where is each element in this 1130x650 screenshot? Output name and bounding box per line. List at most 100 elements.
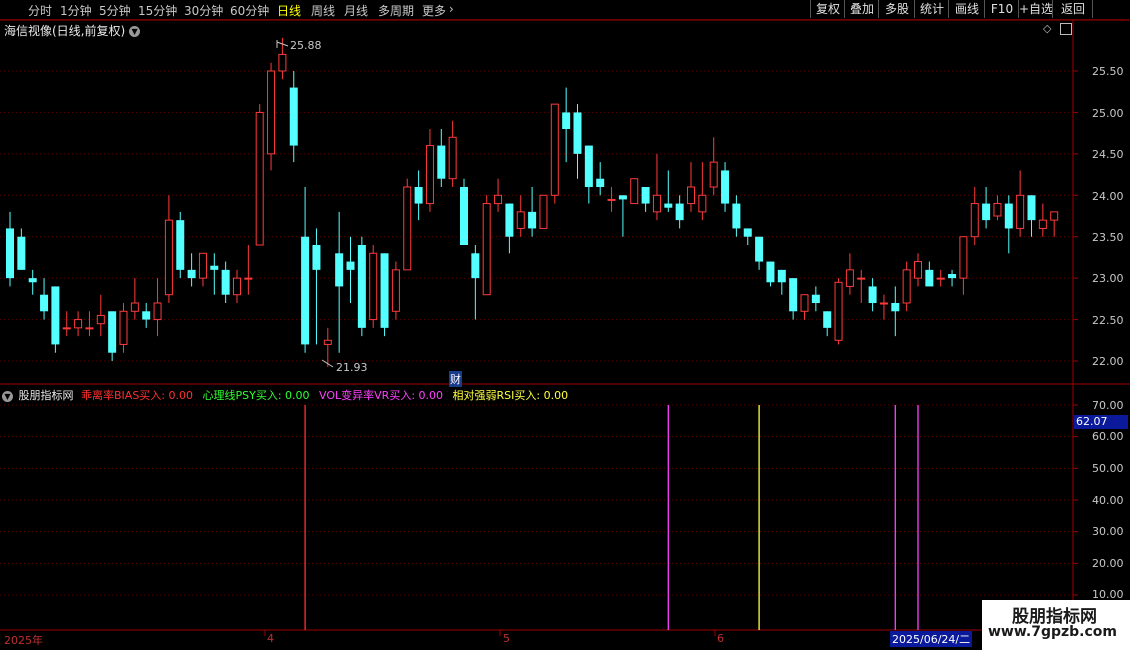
candle-body-down	[891, 303, 900, 312]
candle-body-down	[380, 253, 389, 328]
candle-body-up	[130, 302, 139, 312]
candle-body-down	[777, 269, 786, 283]
low-price-label: 21.93	[336, 361, 368, 374]
candle-body-down	[289, 87, 298, 146]
candle-body-down	[789, 278, 798, 312]
candle-body-down	[28, 278, 37, 283]
candle-body-up	[970, 203, 979, 238]
candle-body-down	[210, 265, 219, 270]
candle-body-down	[40, 294, 49, 312]
time-axis-ticks	[264, 630, 716, 636]
candle-body-down	[755, 236, 764, 262]
price-tick: 25.00	[1092, 107, 1124, 120]
candle-body-down	[505, 203, 514, 237]
candle-body-up	[709, 161, 718, 188]
candle-body-up	[1038, 219, 1047, 229]
indicator-site-name: 股朋指标网	[18, 389, 74, 402]
candle-body-up	[607, 198, 616, 201]
bias-legend: 乖离率BIAS买入: 0.00	[81, 389, 193, 402]
candle-body-up	[267, 70, 276, 155]
candle-body-up	[550, 103, 559, 196]
candle-body-down	[675, 203, 684, 221]
time-label-may: 5	[503, 632, 510, 645]
candle-body-down	[766, 261, 775, 283]
candle-body-down	[823, 311, 832, 328]
candle-body-up	[244, 277, 253, 280]
candle-body-down	[437, 145, 446, 179]
chevron-down-icon[interactable]: ▼	[2, 390, 13, 402]
candle-body-up	[85, 327, 94, 330]
candle-body-down	[596, 178, 605, 187]
candle-body-down	[357, 245, 366, 328]
candle-body-up	[879, 302, 888, 305]
finance-badge[interactable]: 财	[449, 371, 462, 387]
indicator-gridlines	[0, 404, 1078, 596]
candle-body-down	[948, 274, 957, 279]
time-label-year: 2025年	[4, 634, 43, 647]
candle-body-down	[346, 261, 355, 270]
candle-body-up	[482, 203, 491, 296]
price-tick: 24.00	[1092, 190, 1124, 203]
site-watermark: 股朋指标网 www.7gpzb.com	[982, 600, 1130, 650]
cursor-date-badge: 2025/06/24/二	[890, 631, 973, 647]
candle-body-down	[641, 187, 650, 204]
price-tick: 23.50	[1092, 231, 1124, 244]
candle-body-up	[914, 261, 922, 279]
candle-body-down	[6, 228, 14, 279]
price-tick: 23.00	[1092, 272, 1124, 285]
candle-body-up	[687, 186, 695, 205]
candle-body-up	[233, 277, 241, 296]
time-label-june: 6	[717, 632, 724, 645]
candle-body-down	[51, 286, 60, 345]
candle-body-up	[834, 281, 843, 341]
candle-body-down	[925, 269, 934, 287]
candle-body-down	[142, 311, 151, 320]
candle-body-up	[448, 136, 457, 180]
candle-body-up	[62, 327, 71, 330]
candle-body-up	[936, 277, 945, 280]
candle-body-up	[959, 236, 968, 279]
candle-body-down	[584, 145, 593, 187]
indicator-header: ▼ 股朋指标网 乖离率BIAS买入: 0.00 心理线PSY买入: 0.00 V…	[2, 387, 574, 403]
candle-body-up	[652, 194, 661, 213]
candle-body-up	[1050, 211, 1059, 221]
candle-body-up	[993, 203, 1002, 217]
indicator-tick: 30.00	[1092, 525, 1124, 538]
candle-body-down	[573, 112, 582, 154]
vr-legend: VOL变异率VR买入: 0.00	[319, 389, 444, 402]
candle-body-up	[698, 194, 707, 213]
time-label-april: 4	[267, 632, 274, 645]
indicator-tick: 70.00	[1092, 399, 1124, 412]
candle-body-down	[664, 203, 673, 208]
candle-body-up	[403, 186, 412, 271]
price-tick: 25.50	[1092, 65, 1124, 78]
candle-body-down	[868, 286, 877, 303]
candle-body-down	[108, 311, 117, 353]
candle-body-down	[176, 220, 185, 270]
candle-body-down	[312, 245, 321, 270]
candle-body-down	[562, 112, 571, 129]
candle-body-up	[278, 53, 287, 72]
psy-legend: 心理线PSY买入: 0.00	[202, 389, 310, 402]
candle-body-down	[221, 269, 230, 295]
candle-body-down	[618, 195, 627, 200]
price-tick: 22.50	[1092, 314, 1124, 327]
rsi-legend: 相对强弱RSI买入: 0.00	[452, 389, 569, 402]
candle-body-down	[460, 187, 468, 245]
price-tick: 24.50	[1092, 148, 1124, 161]
candle-body-down	[414, 187, 423, 204]
watermark-url: www.7gpzb.com	[988, 624, 1118, 640]
price-tick: 22.00	[1092, 355, 1124, 368]
indicator-tick: 50.00	[1092, 462, 1124, 475]
cursor-value-badge: 62.07	[1074, 415, 1128, 429]
candle-body-down	[17, 236, 26, 270]
candlestick-series	[6, 37, 1059, 367]
candle-body-down	[811, 294, 820, 303]
candle-body-up	[164, 219, 173, 296]
candle-body-up	[516, 211, 525, 229]
candle-body-up	[539, 194, 548, 229]
candle-body-up	[119, 310, 128, 345]
candle-body-up	[153, 302, 162, 321]
candle-body-up	[96, 314, 105, 325]
candle-body-up	[391, 269, 400, 312]
